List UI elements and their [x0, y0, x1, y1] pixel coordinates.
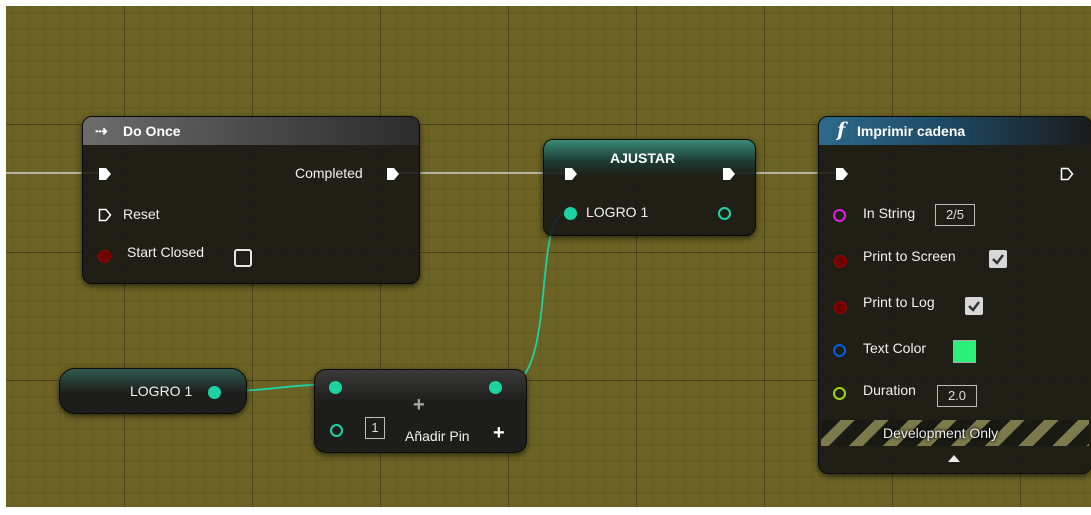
add-pin-label[interactable]: Añadir Pin	[405, 428, 470, 444]
exec-pin-icon[interactable]	[835, 167, 849, 181]
int-pin-index-icon[interactable]	[330, 424, 343, 437]
text-color-swatch[interactable]	[953, 340, 976, 363]
exec-pin-out-icon[interactable]	[1060, 167, 1074, 181]
int-pin-out-icon[interactable]	[718, 207, 731, 220]
int-pin-icon[interactable]	[489, 381, 502, 394]
bool-pin-icon[interactable]	[834, 255, 847, 268]
ajustar-title: AJUSTAR	[610, 150, 676, 166]
exec-pin-icon[interactable]	[564, 167, 578, 181]
checkbox-checked-icon	[968, 301, 980, 312]
start-closed-checkbox[interactable]	[234, 249, 252, 267]
print-screen-checkbox[interactable]	[989, 250, 1007, 268]
in-string-label: In String	[863, 205, 916, 221]
imprimir-cadena-node[interactable]: f Imprimir cadena In String 2/5 Print to…	[818, 116, 1091, 474]
development-only-banner: Development Only	[821, 420, 1089, 446]
imprimir-header: f Imprimir cadena	[819, 117, 1091, 145]
do-once-node[interactable]: ⇢ Do Once Completed Reset Start Closed	[82, 116, 420, 284]
in-string-field[interactable]: 2/5	[935, 204, 975, 226]
logro-getter-node[interactable]: LOGRO 1	[59, 368, 247, 414]
duration-field[interactable]: 2.0	[937, 385, 977, 407]
development-only-label: Development Only	[883, 425, 999, 441]
text-color-label: Text Color	[863, 340, 927, 356]
exec-pin-icon[interactable]	[98, 167, 112, 181]
int-pin-icon[interactable]	[564, 207, 577, 220]
float-pin-icon[interactable]	[833, 387, 846, 400]
int-pin-icon[interactable]	[208, 386, 221, 399]
exec-pin-icon[interactable]	[98, 208, 112, 222]
add-pin-icon[interactable]: +	[413, 394, 425, 417]
expand-arrow-icon[interactable]	[947, 453, 961, 463]
add-pin-icon[interactable]: +	[493, 422, 505, 445]
index-field[interactable]: 1	[365, 417, 385, 439]
ajustar-var-label: LOGRO 1	[586, 204, 649, 220]
logro-getter-label: LOGRO 1	[130, 383, 193, 399]
exec-pin-icon[interactable]	[722, 167, 736, 181]
data-wire-array-ajustar	[502, 211, 569, 388]
checkbox-checked-icon	[992, 254, 1004, 265]
do-once-title: Do Once	[123, 123, 181, 139]
struct-pin-icon[interactable]	[833, 344, 846, 357]
completed-label: Completed	[295, 165, 363, 181]
do-once-header: ⇢ Do Once	[83, 117, 419, 145]
print-log-checkbox[interactable]	[965, 297, 983, 315]
bool-pin-icon[interactable]	[98, 250, 111, 263]
int-pin-icon[interactable]	[329, 381, 342, 394]
string-pin-icon[interactable]	[833, 209, 846, 222]
make-array-node[interactable]: 1 + Añadir Pin +	[314, 369, 527, 453]
function-icon: f	[837, 119, 846, 141]
print-screen-label: Print to Screen	[863, 248, 956, 264]
exec-pin-icon[interactable]	[386, 167, 400, 181]
reset-label: Reset	[123, 206, 160, 222]
imprimir-title: Imprimir cadena	[857, 123, 966, 139]
start-closed-label: Start Closed	[127, 244, 205, 260]
print-log-label: Print to Log	[863, 294, 935, 310]
ajustar-node[interactable]: AJUSTAR LOGRO 1	[543, 139, 756, 236]
duration-label: Duration	[863, 382, 916, 398]
do-once-icon: ⇢	[95, 123, 108, 140]
blueprint-graph[interactable]: ⇢ Do Once Completed Reset Start Closed A…	[0, 0, 1091, 515]
bool-pin-icon[interactable]	[834, 301, 847, 314]
